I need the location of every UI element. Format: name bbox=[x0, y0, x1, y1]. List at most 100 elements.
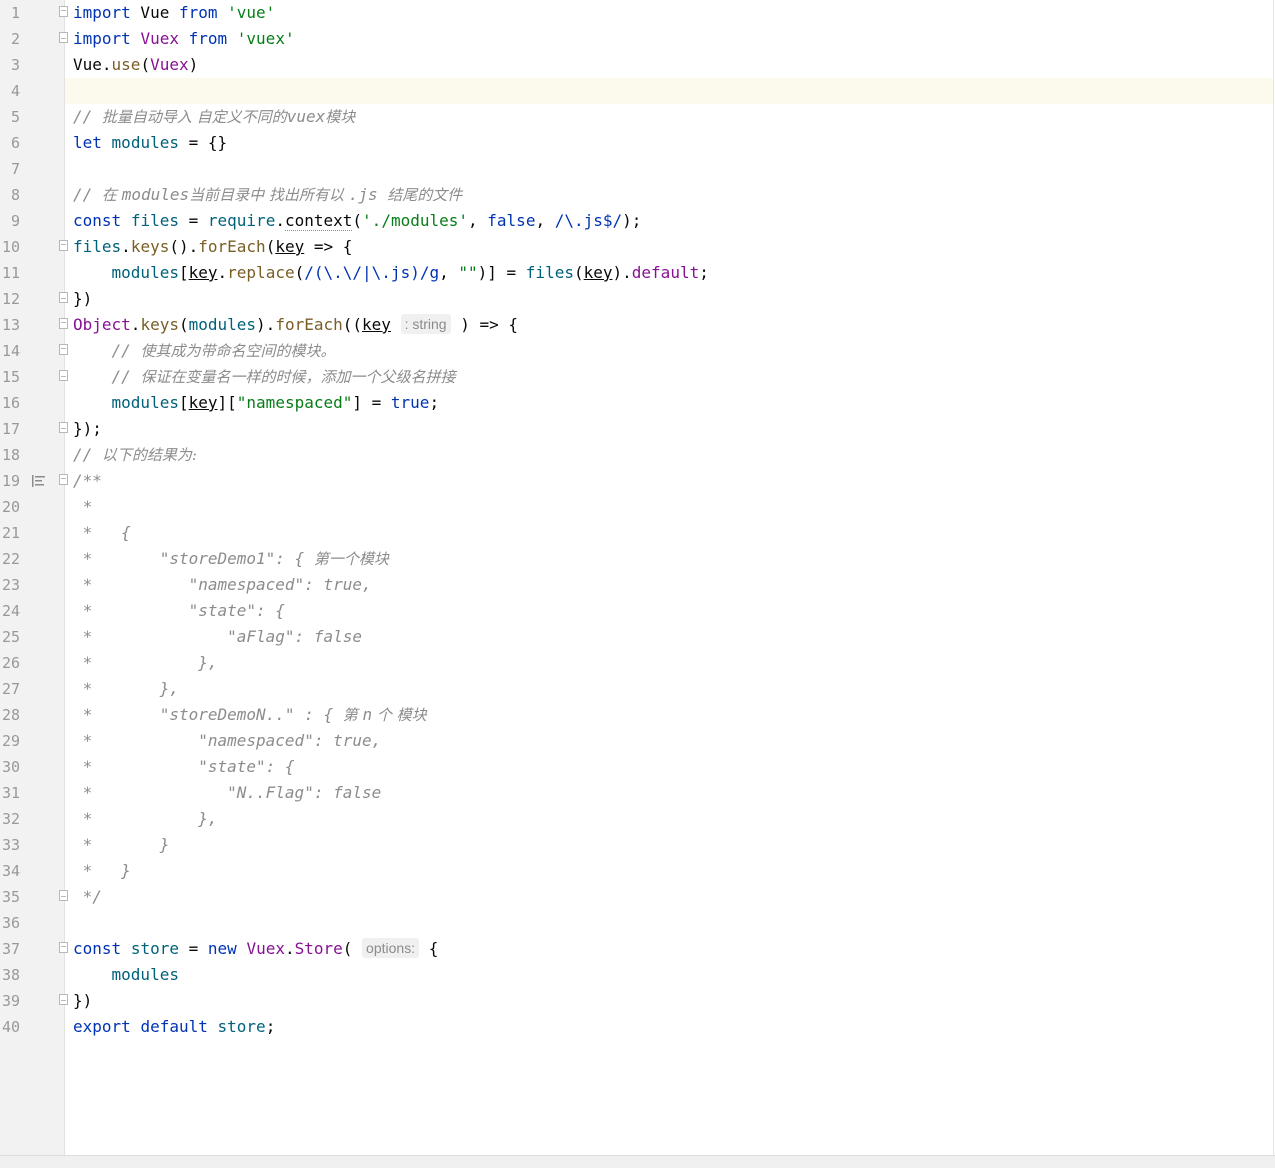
code-text[interactable]: // 保证在变量名一样的时候，添加一个父级名拼接 bbox=[65, 364, 1273, 390]
code-text[interactable] bbox=[65, 910, 1273, 936]
code-line-3[interactable]: 3 Vue.use(Vuex) bbox=[0, 52, 1275, 78]
code-line-23[interactable]: 23 * "namespaced": true, bbox=[0, 572, 1275, 598]
code-line-30[interactable]: 30 * "state": { bbox=[0, 754, 1275, 780]
code-line-8[interactable]: 8 // 在 modules当前目录中 找出所有以 .js 结尾的文件 bbox=[0, 182, 1275, 208]
code-text[interactable]: * "N..Flag": false bbox=[65, 780, 1273, 806]
code-line-27[interactable]: 27 * }, bbox=[0, 676, 1275, 702]
code-line-38[interactable]: 38 modules bbox=[0, 962, 1275, 988]
horizontal-scrollbar[interactable] bbox=[0, 1155, 1275, 1168]
code-text[interactable]: // 以下的结果为: bbox=[65, 442, 1273, 468]
code-text[interactable]: import Vue from 'vue' bbox=[65, 0, 1273, 26]
code-text[interactable]: }) bbox=[65, 286, 1273, 312]
code-text[interactable]: * { bbox=[65, 520, 1273, 546]
code-text[interactable]: // 批量自动导入 自定义不同的vuex模块 bbox=[65, 104, 1273, 130]
code-line-31[interactable]: 31 * "N..Flag": false bbox=[0, 780, 1275, 806]
code-line-2[interactable]: 2 import Vuex from 'vuex' bbox=[0, 26, 1275, 52]
code-text[interactable]: import Vuex from 'vuex' bbox=[65, 26, 1273, 52]
line-number: 34 bbox=[1, 862, 20, 880]
line-number: 32 bbox=[1, 810, 20, 828]
code-text[interactable]: let modules = {} bbox=[65, 130, 1273, 156]
code-text[interactable]: // 在 modules当前目录中 找出所有以 .js 结尾的文件 bbox=[65, 182, 1273, 208]
code-text[interactable]: * }, bbox=[65, 676, 1273, 702]
code-line-40[interactable]: 40 export default store; bbox=[0, 1014, 1275, 1040]
code-line-5[interactable]: 5 // 批量自动导入 自定义不同的vuex模块 bbox=[0, 104, 1275, 130]
code-text[interactable]: modules bbox=[65, 962, 1273, 988]
code-line-16[interactable]: 16 modules[key]["namespaced"] = true; bbox=[0, 390, 1275, 416]
code-text[interactable]: modules[key.replace(/(\.\/|\.js)/g, "")]… bbox=[65, 260, 1273, 286]
code-text[interactable]: * "namespaced": true, bbox=[65, 572, 1273, 598]
code-line-7[interactable]: 7 bbox=[0, 156, 1275, 182]
code-text[interactable]: files.keys().forEach(key => { bbox=[65, 234, 1273, 260]
code-editor[interactable]: 1 import Vue from 'vue' 2 import Vuex fr… bbox=[0, 0, 1275, 1168]
code-text[interactable]: }); bbox=[65, 416, 1273, 442]
line-number: 15 bbox=[1, 368, 20, 386]
line-number: 20 bbox=[1, 498, 20, 516]
code-text[interactable]: Vue.use(Vuex) bbox=[65, 52, 1273, 78]
code-line-34[interactable]: 34 * } bbox=[0, 858, 1275, 884]
code-line-12[interactable]: 12 }) bbox=[0, 286, 1275, 312]
code-text[interactable]: Object.keys(modules).forEach((key : stri… bbox=[65, 312, 1273, 338]
code-line-37[interactable]: 37 const store = new Vuex.Store( options… bbox=[0, 936, 1275, 962]
line-number: 30 bbox=[1, 758, 20, 776]
code-text[interactable]: * "state": { bbox=[65, 754, 1273, 780]
code-line-39[interactable]: 39 }) bbox=[0, 988, 1275, 1014]
line-number: 9 bbox=[10, 212, 20, 230]
code-text[interactable]: /** bbox=[65, 468, 1273, 494]
code-line-9[interactable]: 9 const files = require.context('./modul… bbox=[0, 208, 1275, 234]
code-text[interactable]: * "state": { bbox=[65, 598, 1273, 624]
line-number: 21 bbox=[1, 524, 20, 542]
code-text[interactable]: * "storeDemo1": { 第一个模块 bbox=[65, 546, 1273, 572]
code-line-17[interactable]: 17 }); bbox=[0, 416, 1275, 442]
code-line-19[interactable]: 19 /** bbox=[0, 468, 1275, 494]
code-line-35[interactable]: 35 */ bbox=[0, 884, 1275, 910]
code-line-6[interactable]: 6 let modules = {} bbox=[0, 130, 1275, 156]
code-line-21[interactable]: 21 * { bbox=[0, 520, 1275, 546]
code-text[interactable] bbox=[65, 78, 1273, 104]
line-number: 18 bbox=[1, 446, 20, 464]
line-number: 31 bbox=[1, 784, 20, 802]
line-number: 12 bbox=[1, 290, 20, 308]
code-line-14[interactable]: 14 // 使其成为带命名空间的模块。 bbox=[0, 338, 1275, 364]
code-text[interactable]: * bbox=[65, 494, 1273, 520]
code-text[interactable]: }) bbox=[65, 988, 1273, 1014]
line-number: 13 bbox=[1, 316, 20, 334]
code-line-10[interactable]: 10 files.keys().forEach(key => { bbox=[0, 234, 1275, 260]
code-line-20[interactable]: 20 * bbox=[0, 494, 1275, 520]
code-text[interactable]: * } bbox=[65, 832, 1273, 858]
line-number: 33 bbox=[1, 836, 20, 854]
code-text[interactable]: // 使其成为带命名空间的模块。 bbox=[65, 338, 1273, 364]
code-text[interactable]: * "aFlag": false bbox=[65, 624, 1273, 650]
code-line-24[interactable]: 24 * "state": { bbox=[0, 598, 1275, 624]
code-line-29[interactable]: 29 * "namespaced": true, bbox=[0, 728, 1275, 754]
code-line-26[interactable]: 26 * }, bbox=[0, 650, 1275, 676]
line-number: 5 bbox=[10, 108, 20, 126]
code-line-25[interactable]: 25 * "aFlag": false bbox=[0, 624, 1275, 650]
code-line-18[interactable]: 18 // 以下的结果为: bbox=[0, 442, 1275, 468]
code-text[interactable]: */ bbox=[65, 884, 1273, 910]
code-line-15[interactable]: 15 // 保证在变量名一样的时候，添加一个父级名拼接 bbox=[0, 364, 1275, 390]
code-text[interactable]: const store = new Vuex.Store( options: { bbox=[65, 936, 1273, 962]
line-number: 7 bbox=[10, 160, 20, 178]
code-line-36[interactable]: 36 bbox=[0, 910, 1275, 936]
code-line-32[interactable]: 32 * }, bbox=[0, 806, 1275, 832]
code-line-33[interactable]: 33 * } bbox=[0, 832, 1275, 858]
code-text[interactable]: const files = require.context('./modules… bbox=[65, 208, 1273, 234]
code-text[interactable]: * } bbox=[65, 858, 1273, 884]
line-number: 40 bbox=[1, 1018, 20, 1036]
code-line-11[interactable]: 11 modules[key.replace(/(\.\/|\.js)/g, "… bbox=[0, 260, 1275, 286]
code-text[interactable]: * "storeDemoN.." : { 第 n 个 模块 bbox=[65, 702, 1273, 728]
code-line-13[interactable]: 13 Object.keys(modules).forEach((key : s… bbox=[0, 312, 1275, 338]
doc-comment-icon[interactable] bbox=[32, 475, 45, 487]
code-line-28[interactable]: 28 * "storeDemoN.." : { 第 n 个 模块 bbox=[0, 702, 1275, 728]
line-number: 14 bbox=[1, 342, 20, 360]
code-text[interactable]: * }, bbox=[65, 806, 1273, 832]
code-text[interactable]: * }, bbox=[65, 650, 1273, 676]
code-line-22[interactable]: 22 * "storeDemo1": { 第一个模块 bbox=[0, 546, 1275, 572]
code-line-4[interactable]: 4 bbox=[0, 78, 1275, 104]
code-text[interactable]: modules[key]["namespaced"] = true; bbox=[65, 390, 1273, 416]
code-text[interactable]: * "namespaced": true, bbox=[65, 728, 1273, 754]
code-line-1[interactable]: 1 import Vue from 'vue' bbox=[0, 0, 1275, 26]
code-text[interactable] bbox=[65, 156, 1273, 182]
line-number: 17 bbox=[1, 420, 20, 438]
code-text[interactable]: export default store; bbox=[65, 1014, 1273, 1040]
